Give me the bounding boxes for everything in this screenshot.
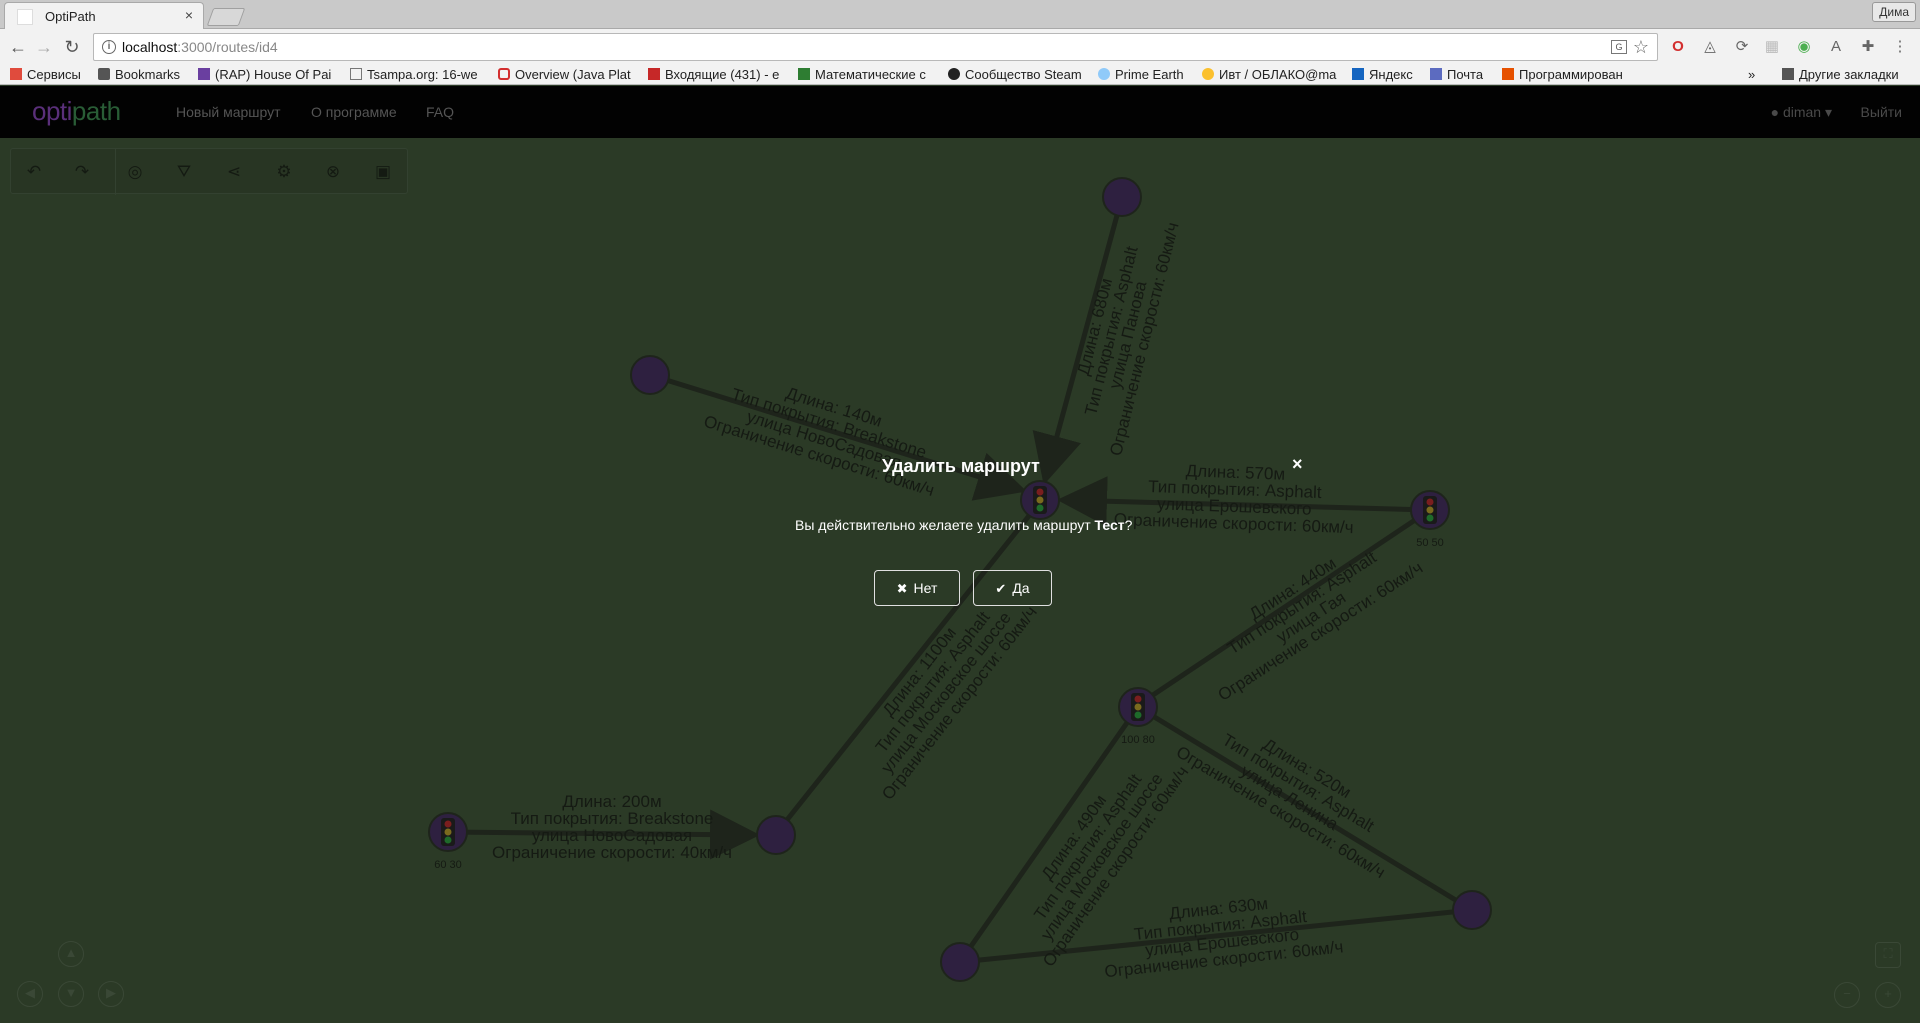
redo-icon[interactable]: ↷ [67, 159, 97, 185]
pan-down-icon[interactable]: ▼ [58, 981, 84, 1007]
dialog-title: Удалить маршрут [882, 456, 1040, 476]
traffic-light-node[interactable] [1118, 687, 1158, 727]
traffic-light-node[interactable] [428, 812, 468, 852]
zoom-in-icon[interactable]: + [1875, 982, 1901, 1008]
graph-node [1102, 177, 1142, 217]
zoom-out-icon[interactable]: − [1834, 982, 1860, 1008]
svg-text:Ограничение скорости: 40км/ч: Ограничение скорости: 40км/ч [492, 843, 732, 862]
no-button[interactable]: ✖ Нет [874, 570, 960, 606]
settings-icon[interactable]: ⚙ [269, 159, 299, 185]
check-icon: ✔ [995, 580, 1007, 596]
edge-label-group: Длина: 200м Тип покрытия: Breakstone ули… [492, 792, 732, 862]
node-label: 100 80 [1121, 734, 1155, 746]
target-icon[interactable]: ◎ [120, 159, 150, 185]
fit-to-screen-icon[interactable]: ⛶ [1875, 942, 1901, 968]
graph-node [1452, 890, 1492, 930]
node-label: 60 30 [434, 859, 462, 871]
graph-node [630, 355, 670, 395]
dialog-message: Вы действительно желаете удалить маршрут… [795, 517, 1133, 533]
edge-label-group: Длина: 680м Тип покрытия: Asphalt улица … [1074, 220, 1183, 457]
pan-left-icon[interactable]: ◀ [17, 981, 43, 1007]
route-name: Тест [1094, 517, 1125, 533]
share-icon[interactable]: ⋖ [219, 159, 249, 185]
close-icon: ✖ [896, 580, 908, 596]
graph-node [756, 815, 796, 855]
edge-label-group: Длина: 630м Тип покрытия: Asphalt улица … [1104, 894, 1345, 981]
dialog-close-icon[interactable]: × [1292, 454, 1303, 475]
undo-icon[interactable]: ↶ [19, 159, 49, 185]
road-icon[interactable]: ⛛ [169, 159, 199, 185]
delete-circle-icon[interactable]: ⊗ [318, 159, 348, 185]
pan-up-icon[interactable]: ▲ [58, 941, 84, 967]
editor-toolbar: ↶ ↷ ◎ ⛛ ⋖ ⚙ ⊗ ▣ [10, 148, 408, 195]
save-icon[interactable]: ▣ [368, 159, 398, 185]
delete-route-dialog: Удалить маршрут × Вы действительно желае… [760, 440, 1320, 620]
traffic-light-node[interactable] [1410, 490, 1450, 530]
node-label: 50 50 [1416, 537, 1444, 549]
pan-right-icon[interactable]: ▶ [98, 981, 124, 1007]
toolbar-divider [115, 149, 116, 195]
graph-node [940, 942, 980, 982]
yes-button[interactable]: ✔ Да [973, 570, 1052, 606]
